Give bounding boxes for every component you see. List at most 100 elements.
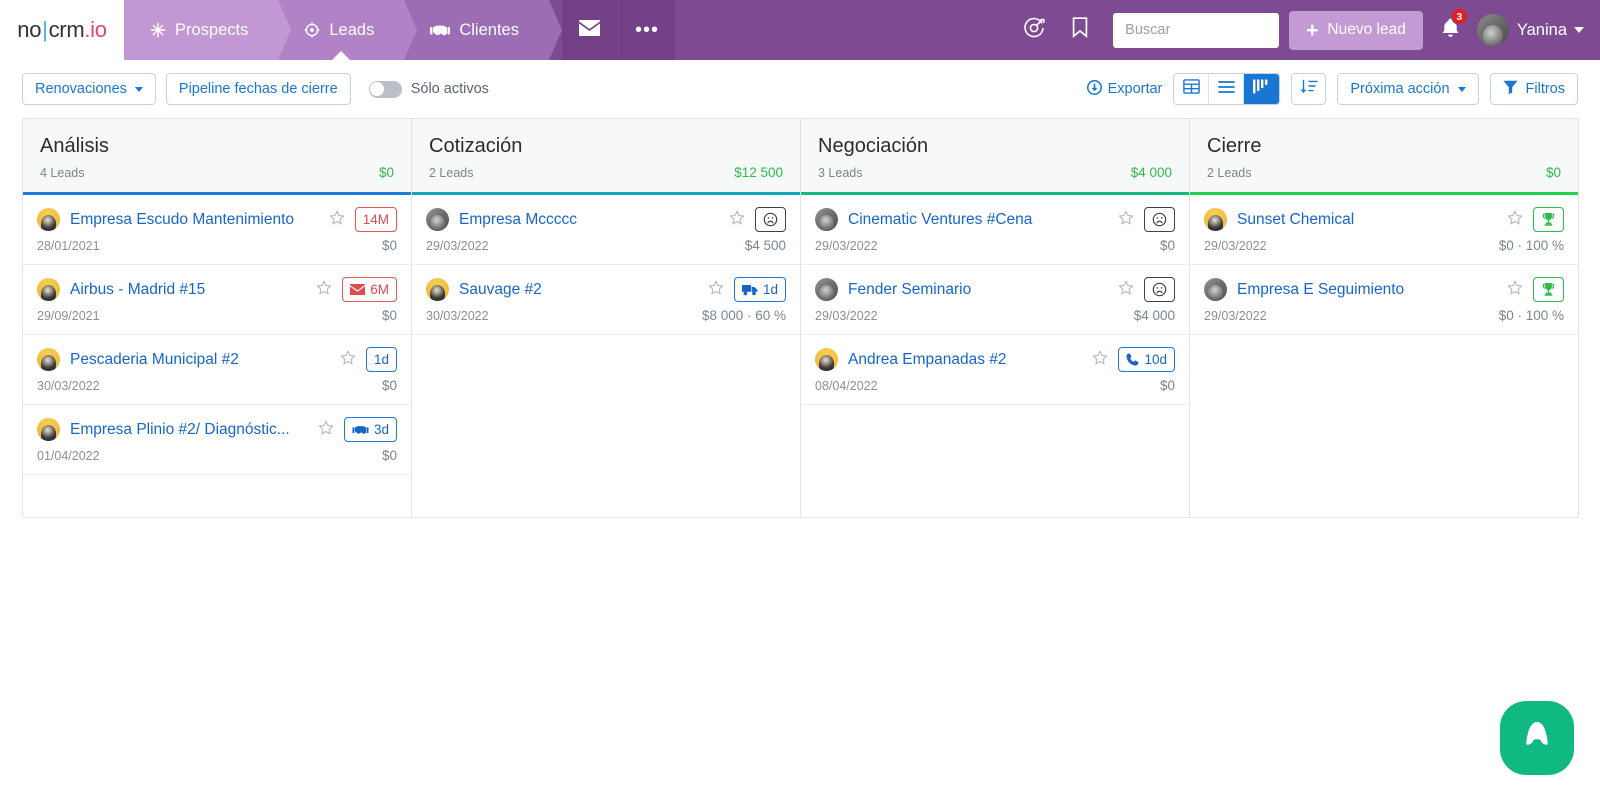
lead-card[interactable]: Airbus - Madrid #15 6M 29/09/2021 $0 (23, 265, 411, 335)
kanban-board: Análisis 4 Leads $0 Empresa Escudo Mantenim… (0, 118, 1600, 518)
view-grid-button[interactable] (1174, 74, 1210, 104)
lead-title[interactable]: Sunset Chemical (1237, 211, 1497, 229)
lead-card[interactable]: Fender Seminario 29/03/2022 $4 000 (801, 265, 1189, 335)
trophy-icon (1541, 212, 1556, 227)
lead-title[interactable]: Empresa E Seguimiento (1237, 281, 1497, 299)
only-active-toggle[interactable]: Sólo activos (368, 80, 489, 98)
search-input[interactable] (1125, 22, 1313, 38)
lead-title[interactable]: Empresa Escudo Mantenimiento (70, 211, 319, 229)
lead-card[interactable]: Empresa Mccccc 29/03/2022 $4 500 (412, 195, 800, 265)
filters-label: Filtros (1525, 81, 1565, 97)
favorite-star-icon[interactable] (729, 210, 745, 230)
lead-title[interactable]: Pescaderia Municipal #2 (70, 351, 330, 369)
lead-card[interactable]: Empresa Plinio #2/ Diagnóstic... 3d 01/04/… (23, 405, 411, 475)
next-action-badge[interactable]: 6M (342, 277, 397, 302)
favorite-star-icon[interactable] (329, 210, 345, 230)
next-action-badge[interactable] (1144, 277, 1175, 302)
lead-title[interactable]: Sauvage #2 (459, 281, 698, 299)
favorite-star-icon[interactable] (1118, 210, 1134, 230)
bookmarks-button[interactable] (1057, 0, 1103, 60)
favorite-star-icon[interactable] (318, 420, 334, 440)
column-title: Cotización (429, 135, 523, 157)
user-avatar[interactable] (1476, 14, 1509, 46)
nav-tab-leads[interactable]: Leads (278, 0, 418, 60)
nav-tab-prospects[interactable]: Prospects (124, 0, 292, 60)
lead-title[interactable]: Cinematic Ventures #Cena (848, 211, 1108, 229)
kanban-column: Análisis 4 Leads $0 Empresa Escudo Mantenim… (22, 118, 412, 518)
mail-nav-button[interactable] (561, 0, 618, 60)
aircall-floating-button[interactable] (1500, 701, 1574, 775)
pipeline-view-button[interactable]: Pipeline fechas de cierre (165, 73, 351, 105)
more-nav-button[interactable]: ••• (618, 0, 675, 60)
next-action-badge[interactable] (1533, 277, 1564, 302)
lead-card[interactable]: Pescaderia Municipal #2 1d 30/03/2022 $0 (23, 335, 411, 405)
pipeline-select[interactable]: Renovaciones (22, 73, 156, 105)
lead-card[interactable]: Sauvage #2 1d 30/03/2022 $8 000 · 60 % (412, 265, 800, 335)
lead-title[interactable]: Empresa Mccccc (459, 211, 719, 229)
favorite-star-icon[interactable] (340, 350, 356, 370)
sort-button[interactable] (1291, 73, 1327, 105)
only-active-label: Sólo activos (410, 81, 489, 97)
toggle-switch[interactable] (368, 80, 402, 98)
next-action-badge[interactable]: 1d (733, 277, 786, 302)
lead-amount: $8 000 · 60 % (701, 308, 786, 323)
plus-icon: + (1306, 18, 1319, 42)
logo-divider: | (42, 17, 48, 42)
lead-date: 08/04/2022 (815, 379, 878, 393)
lead-card[interactable]: Andrea Empanadas #2 10d 08/04/2022 $0 (801, 335, 1189, 405)
grid-icon (1183, 79, 1200, 99)
export-button[interactable]: Exportar (1086, 79, 1162, 99)
column-title: Negociación (818, 135, 929, 157)
search-box[interactable] (1113, 12, 1329, 48)
filters-button[interactable]: Filtros (1489, 73, 1578, 105)
bookmark-icon (1072, 17, 1088, 43)
nav-tab-clientes[interactable]: Clientes (404, 0, 562, 60)
lead-card[interactable]: Cinematic Ventures #Cena 29/03/2022 $0 (801, 195, 1189, 265)
main-nav-tabs: Prospects Leads Clientes (124, 0, 562, 60)
pipeline-select-label: Renovaciones (35, 81, 127, 97)
next-action-badge[interactable]: 1d (365, 347, 397, 372)
goals-button[interactable] (1011, 0, 1057, 60)
user-menu[interactable]: Yanina (1517, 21, 1584, 40)
kanban-column: Negociación 3 Leads $4 000 Cinematic Ventur… (800, 118, 1190, 518)
lead-avatar (37, 418, 60, 441)
column-card-list: Sunset Chemical 29/03/2022 $0 · 100 % Empre… (1190, 195, 1578, 517)
favorite-star-icon[interactable] (1507, 210, 1523, 230)
view-list-button[interactable] (1209, 74, 1245, 104)
next-action-badge[interactable]: 10d (1118, 347, 1175, 372)
lead-avatar (37, 208, 60, 231)
next-action-badge[interactable] (1533, 207, 1564, 232)
lead-card[interactable]: Sunset Chemical 29/03/2022 $0 · 100 % (1190, 195, 1578, 265)
lead-title[interactable]: Airbus - Madrid #15 (70, 281, 306, 299)
lead-title[interactable]: Andrea Empanadas #2 (848, 351, 1082, 369)
board-toolbar: Renovaciones Pipeline fechas de cierre S… (0, 60, 1600, 118)
lead-avatar (37, 278, 60, 301)
favorite-star-icon[interactable] (316, 280, 332, 300)
favorite-star-icon[interactable] (1092, 350, 1108, 370)
next-action-badge[interactable] (1144, 207, 1175, 232)
lead-card[interactable]: Empresa Escudo Mantenimiento 14M 28/01/202… (23, 195, 411, 265)
app-logo[interactable]: no | crm .io (0, 0, 124, 60)
lead-avatar (1204, 208, 1227, 231)
next-action-badge[interactable] (755, 207, 786, 232)
handshake-icon (430, 23, 451, 38)
favorite-star-icon[interactable] (1118, 280, 1134, 300)
new-lead-button[interactable]: + Nuevo lead (1289, 10, 1423, 50)
favorite-star-icon[interactable] (708, 280, 724, 300)
next-action-badge[interactable]: 3d (343, 417, 397, 442)
notifications-button[interactable]: 3 (1429, 0, 1473, 60)
phone-icon (1126, 353, 1139, 366)
favorite-star-icon[interactable] (1507, 280, 1523, 300)
badge-label: 10d (1144, 352, 1167, 367)
lead-date: 30/03/2022 (37, 379, 100, 393)
download-circle-icon (1086, 79, 1102, 99)
next-action-select[interactable]: Próxima acción (1337, 73, 1479, 105)
next-action-badge[interactable]: 14M (354, 207, 397, 232)
lead-title[interactable]: Fender Seminario (848, 281, 1108, 299)
nav-tab-label: Prospects (175, 20, 249, 39)
lead-card[interactable]: Empresa E Seguimiento 29/03/2022 $0 · 100 … (1190, 265, 1578, 335)
lead-title[interactable]: Empresa Plinio #2/ Diagnóstic... (70, 421, 308, 439)
goal-icon (1023, 17, 1045, 44)
snowflake-icon (150, 22, 166, 38)
view-kanban-button[interactable] (1244, 74, 1280, 104)
